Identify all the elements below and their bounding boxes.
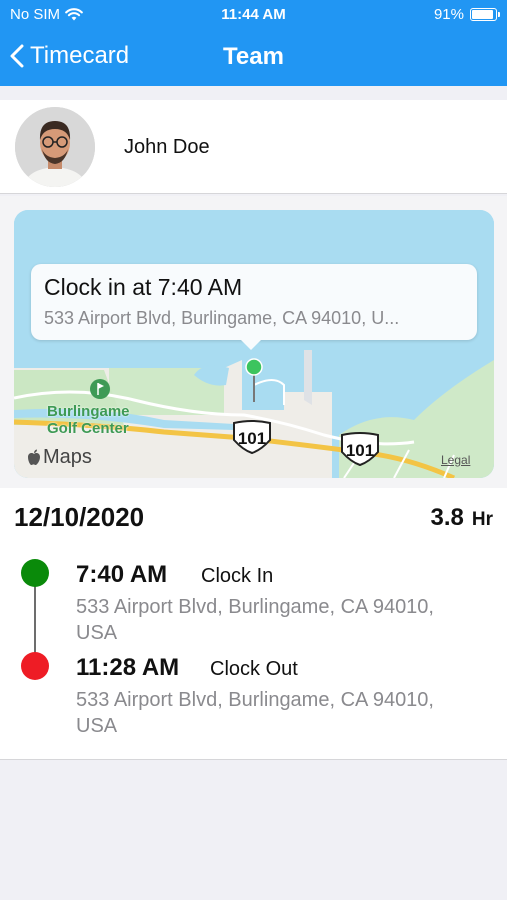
profile-row: John Doe — [0, 100, 507, 194]
clock-out-label: Clock Out — [210, 658, 298, 680]
person-portrait-icon — [15, 107, 95, 187]
employee-name: John Doe — [124, 136, 210, 158]
highway-shield-101: 101 — [231, 420, 273, 454]
total-hours: 3.8 Hr — [431, 504, 494, 532]
clock-in-label: Clock In — [201, 565, 274, 587]
timecard-entries: 12/10/2020 3.8 Hr 7:40 AM Clock In 533 Ai… — [0, 488, 507, 760]
legal-link[interactable]: Legal — [441, 453, 470, 467]
callout-address: 533 Airport Blvd, Burlingame, CA 94010, … — [44, 308, 400, 328]
clock-in-time: 7:40 AM — [76, 561, 168, 588]
clock-in-dot — [21, 559, 49, 587]
golf-flag-icon — [90, 379, 110, 399]
apple-logo-icon — [28, 449, 40, 465]
clock-out-time: 11:28 AM — [76, 654, 180, 681]
clock-out-dot — [21, 652, 49, 680]
avatar — [15, 107, 95, 187]
page-title: Team — [223, 43, 284, 70]
status-bar: No SIM 11:44 AM 91% — [0, 0, 507, 30]
highway-number: 101 — [237, 429, 267, 448]
poi-label: Burlingame Golf Center — [47, 403, 130, 437]
hours-value: 3.8 — [430, 504, 464, 531]
battery-level-fill — [472, 10, 493, 19]
maps-logo: Maps — [27, 446, 92, 469]
highway-number: 101 — [345, 441, 375, 460]
clock-out-address: 533 Airport Blvd, Burlingame, CA 94010, … — [76, 689, 434, 737]
status-time: 11:44 AM — [221, 6, 286, 23]
map-card: Clock in at 7:40 AM 533 Airport Blvd, Bu… — [0, 196, 507, 488]
nav-bar: Timecard Team — [0, 30, 507, 86]
maps-logo-text: Maps — [43, 446, 92, 468]
location-map[interactable]: Clock in at 7:40 AM 533 Airport Blvd, Bu… — [14, 210, 494, 478]
callout-title: Clock in at 7:40 AM — [44, 274, 243, 300]
battery-icon — [470, 8, 500, 21]
battery-percent: 91% — [433, 6, 464, 23]
entry-date: 12/10/2020 — [14, 502, 145, 532]
hours-unit: Hr — [471, 509, 493, 530]
clock-in-address: 533 Airport Blvd, Burlingame, CA 94010, … — [76, 596, 434, 644]
map-callout[interactable]: Clock in at 7:40 AM 533 Airport Blvd, Bu… — [31, 264, 477, 350]
highway-shield-101-east: 101 — [339, 432, 381, 466]
map-pin-icon[interactable] — [245, 358, 263, 404]
battery-group: 91% — [433, 6, 500, 23]
